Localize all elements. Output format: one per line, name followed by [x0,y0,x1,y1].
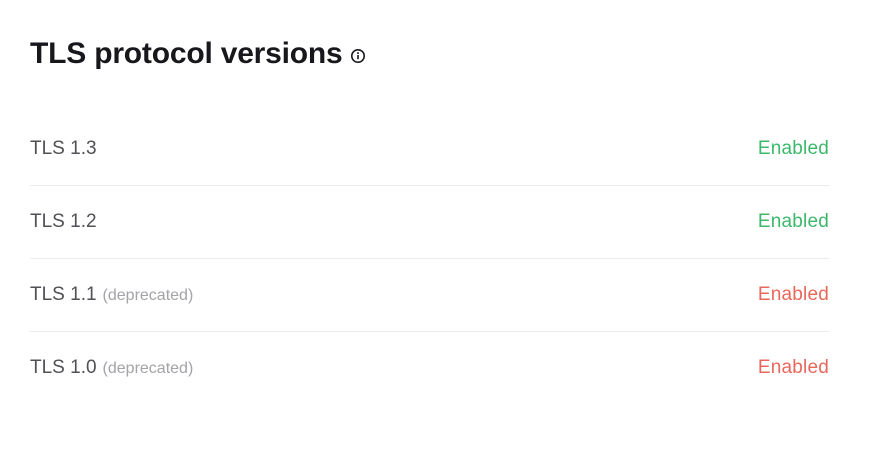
protocol-label: TLS 1.2 [30,211,97,233]
protocol-name: TLS 1.0 [30,357,97,378]
protocol-name: TLS 1.3 [30,138,97,159]
section-header: TLS protocol versions [30,0,829,108]
protocol-status: Enabled [757,138,829,159]
protocol-status: Enabled [757,211,829,232]
protocol-list: TLS 1.3 Enabled TLS 1.2 Enabled TLS 1.1 … [30,113,829,404]
protocol-row-tls-1-0: TLS 1.0 (deprecated) Enabled [30,332,829,404]
protocol-status: Enabled [757,357,829,378]
protocol-name: TLS 1.1 [30,284,97,305]
protocol-row-tls-1-1: TLS 1.1 (deprecated) Enabled [30,259,829,332]
protocol-name: TLS 1.2 [30,211,97,232]
protocol-label: TLS 1.0 (deprecated) [30,357,193,379]
protocol-label: TLS 1.1 (deprecated) [30,284,193,306]
protocol-status: Enabled [757,284,829,305]
protocol-row-tls-1-3: TLS 1.3 Enabled [30,113,829,186]
section-title: TLS protocol versions [30,37,343,70]
deprecated-note: (deprecated) [102,360,194,377]
protocol-row-tls-1-2: TLS 1.2 Enabled [30,186,829,259]
deprecated-note: (deprecated) [102,287,194,304]
protocol-label: TLS 1.3 [30,138,97,160]
tls-protocol-panel: TLS protocol versions TLS 1.3 Enabled TL… [30,0,829,404]
info-icon[interactable] [350,48,366,64]
